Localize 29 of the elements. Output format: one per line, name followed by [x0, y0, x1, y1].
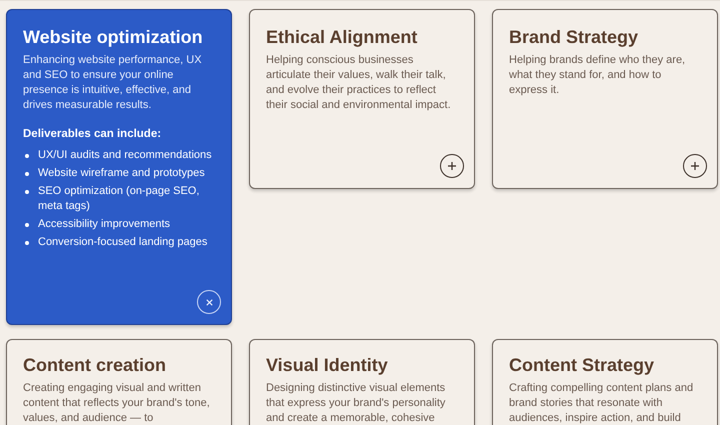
card-description: Designing distinctive visual elements that express your brand's personality and create a memorable, cohesive [266, 381, 446, 425]
plus-icon [447, 161, 457, 171]
card-title: Content Strategy [509, 354, 656, 376]
deliverable-item: Website wireframe and prototypes [38, 166, 205, 181]
bullet-icon [25, 190, 29, 194]
expand-button[interactable] [683, 154, 707, 178]
card-description: Helping brands define who they are, what they stand for, and how to express it. [509, 53, 686, 98]
collapse-button[interactable] [197, 290, 221, 314]
deliverable-item: Accessibility improvements [38, 217, 170, 232]
card-description: Enhancing website performance, UX and SEO to ensure your online presence is intuitive, effective, and drives measurable results. [23, 53, 203, 113]
card-title: Content creation [23, 354, 168, 376]
bullet-icon [25, 223, 29, 227]
card-description: Helping conscious businesses articulate their values, walk their talk, and evolve their practices to reflect their social and environmental impact. [266, 53, 452, 113]
card-title: Website optimization [23, 26, 204, 48]
deliverable-item: UX/UI audits and recommendations [38, 148, 212, 163]
close-icon [204, 298, 214, 306]
bullet-icon [25, 172, 29, 176]
card-title: Ethical Alignment [266, 26, 418, 48]
card-title: Visual Identity [266, 354, 389, 376]
deliverables-heading: Deliverables can include: [23, 127, 162, 142]
deliverable-item: SEO optimization (on-page SEO, meta tags) [38, 184, 200, 214]
bullet-icon [25, 241, 29, 245]
bullet-icon [25, 154, 29, 158]
card-title: Brand Strategy [509, 26, 640, 48]
plus-icon [690, 161, 700, 171]
deliverable-item: Conversion-focused landing pages [38, 235, 208, 250]
card-description: Creating engaging visual and written content that reflects your brand's tone, values, and audience — to [23, 381, 211, 425]
card-description: Crafting compelling content plans and brand stories that resonate with audiences, inspire action, and build [509, 381, 694, 425]
expand-button[interactable] [440, 154, 464, 178]
